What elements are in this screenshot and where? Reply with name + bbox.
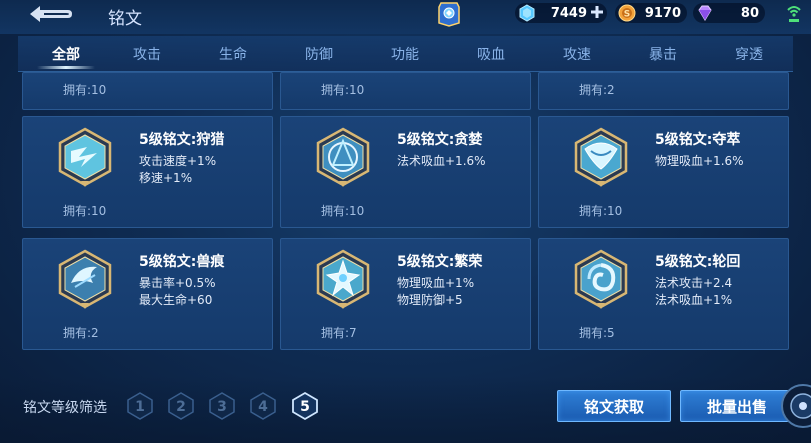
gold-currency: S 9170 [615, 3, 687, 23]
tab-critical[interactable]: 暴击 [633, 44, 693, 64]
tab-utility[interactable]: 功能 [375, 44, 435, 64]
rune-acquire-button[interactable]: 铭文获取 [557, 390, 671, 422]
crystal-icon [519, 4, 535, 22]
owned-count: 拥有:10 [321, 83, 365, 97]
rune-attribute: 攻击速度+1% [139, 154, 217, 168]
tab-health[interactable]: 生命 [203, 44, 263, 64]
back-arrow-icon[interactable] [24, 2, 74, 24]
diamond-currency: 80 [693, 3, 765, 23]
rune-attribute: 物理吸血+1.6% [655, 154, 744, 168]
rune-name: 5级铭文:夺萃 [655, 132, 741, 148]
level-filter-5[interactable]: 5 [290, 391, 320, 421]
beast-mark-rune-icon [58, 249, 112, 309]
rune-attribute: 移速+1% [139, 171, 193, 185]
diamond-icon [698, 5, 712, 21]
tab-defense[interactable]: 防御 [289, 44, 349, 64]
level-filter-4-label: 4 [258, 399, 268, 415]
level-filter-2[interactable]: 2 [166, 391, 196, 421]
side-drawer-handle-icon[interactable] [777, 382, 811, 430]
rune-attribute: 最大生命+60 [139, 293, 213, 307]
owned-count: 拥有:5 [579, 326, 615, 340]
rune-name: 5级铭文:兽痕 [139, 254, 225, 270]
active-tab-indicator [37, 66, 95, 69]
level-filter-5-label: 5 [300, 399, 310, 415]
svg-text:S: S [624, 10, 630, 20]
rune-attribute: 法术攻击+2.4 [655, 276, 733, 290]
page-title: 铭文 [108, 9, 142, 29]
diamond-amount: 80 [740, 5, 759, 21]
rune-card-prosperity[interactable]: 5级铭文:繁荣 物理吸血+1% 物理防御+5 拥有:7 [280, 238, 531, 350]
tab-attack[interactable]: 攻击 [117, 44, 177, 64]
level-filter-2-label: 2 [176, 399, 186, 415]
level-filter-1[interactable]: 1 [125, 391, 155, 421]
prosperity-rune-icon [316, 249, 370, 309]
rune-attribute: 法术吸血+1.6% [397, 154, 486, 168]
level-filter-1-label: 1 [135, 399, 145, 415]
owned-count: 拥有:10 [321, 204, 365, 218]
seize-rune-icon [574, 127, 628, 187]
rune-card-partial[interactable]: 拥有:2 [538, 72, 789, 110]
rune-name: 5级铭文:繁荣 [397, 254, 483, 270]
rune-name: 5级铭文:轮回 [655, 254, 741, 270]
owned-count: 拥有:10 [579, 204, 623, 218]
rune-inventory-screen: 铭文 7449 S 9170 80 全部 攻击 生命 防御 功能 吸血 攻速 暴… [0, 0, 811, 443]
rune-card-beast-mark[interactable]: 5级铭文:兽痕 暴击率+0.5% 最大生命+60 拥有:2 [22, 238, 273, 350]
rune-card-partial[interactable]: 拥有:10 [280, 72, 531, 110]
rune-attribute: 法术吸血+1% [655, 293, 733, 307]
category-tabs: 全部 攻击 生命 防御 功能 吸血 攻速 暴击 穿透 [18, 36, 793, 72]
level-filter-3[interactable]: 3 [207, 391, 237, 421]
rune-attribute: 物理吸血+1% [397, 276, 475, 290]
tab-penetration[interactable]: 穿透 [719, 44, 779, 64]
rune-card-reincarnation[interactable]: 5级铭文:轮回 法术攻击+2.4 法术吸血+1% 拥有:5 [538, 238, 789, 350]
greed-rune-icon [316, 127, 370, 187]
owned-count: 拥有:10 [63, 83, 107, 97]
season-badge-icon[interactable] [437, 1, 461, 27]
tab-lifesteal[interactable]: 吸血 [461, 44, 521, 64]
rune-name: 5级铭文:狩猎 [139, 132, 225, 148]
wifi-signal-icon [787, 6, 801, 22]
rune-card-greed[interactable]: 5级铭文:贪婪 法术吸血+1.6% 拥有:10 [280, 116, 531, 228]
rune-card-hunt[interactable]: 5级铭文:狩猎 攻击速度+1% 移速+1% 拥有:10 [22, 116, 273, 228]
level-filter-4[interactable]: 4 [248, 391, 278, 421]
reincarnation-rune-icon [574, 249, 628, 309]
rune-attribute: 物理防御+5 [397, 293, 463, 307]
level-filter-3-label: 3 [217, 399, 227, 415]
level-filter-label: 铭文等级筛选 [23, 400, 107, 416]
owned-count: 拥有:10 [63, 204, 107, 218]
owned-count: 拥有:2 [63, 326, 99, 340]
tab-attack-speed[interactable]: 攻速 [547, 44, 607, 64]
rune-card-partial[interactable]: 拥有:10 [22, 72, 273, 110]
rune-card-seize[interactable]: 5级铭文:夺萃 物理吸血+1.6% 拥有:10 [538, 116, 789, 228]
owned-count: 拥有:2 [579, 83, 615, 97]
add-crystal-icon[interactable] [590, 5, 604, 19]
tab-all[interactable]: 全部 [36, 44, 96, 64]
owned-count: 拥有:7 [321, 326, 357, 340]
gold-coin-icon: S [618, 4, 636, 22]
hunt-rune-icon [58, 127, 112, 187]
gold-amount: 9170 [644, 5, 681, 21]
rune-name: 5级铭文:贪婪 [397, 132, 483, 148]
rune-attribute: 暴击率+0.5% [139, 276, 216, 290]
top-bar: 铭文 7449 S 9170 80 [0, 0, 811, 34]
